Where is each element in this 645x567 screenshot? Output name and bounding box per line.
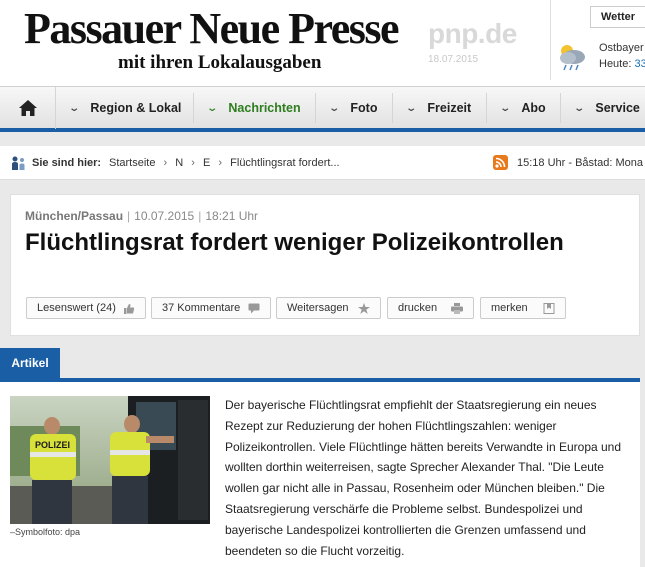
- nav-divider: [486, 93, 487, 123]
- breadcrumb-trail: Startseite › N › E › Flüchtlingsrat ford…: [109, 157, 345, 169]
- nav-home[interactable]: [0, 87, 56, 129]
- nav-item-service[interactable]: ⌄ Service: [573, 87, 640, 129]
- weather-today-temp: 33: [634, 58, 645, 70]
- action-label: drucken: [398, 302, 438, 314]
- article-body: POLIZEI –Symbolfoto: dpa Der bayerische …: [0, 382, 640, 567]
- photo-caption: –Symbolfoto: dpa: [10, 527, 81, 537]
- cloud-rain-icon: [560, 45, 585, 71]
- action-label: Lesenswert (24): [37, 302, 116, 314]
- breadcrumb-item-startseite[interactable]: Startseite: [109, 157, 155, 169]
- nav-item-foto[interactable]: ⌄ Foto: [328, 87, 378, 129]
- site-logo-subtitle: mit ihren Lokalausgaben: [118, 52, 322, 73]
- tab-artikel[interactable]: Artikel: [0, 348, 60, 378]
- nav-divider: [193, 93, 194, 123]
- nav-divider: [392, 93, 393, 123]
- action-label: 37 Kommentare: [162, 302, 241, 314]
- article-date: 10.07.2015: [134, 209, 195, 223]
- photo-vest-text: POLIZEI: [35, 440, 70, 450]
- lesenswert-button[interactable]: Lesenswert (24): [26, 297, 146, 319]
- article-headline: Flüchtlingsrat fordert weniger Polizeiko…: [25, 229, 564, 256]
- nav-item-freizeit[interactable]: ⌄ Freizeit: [405, 87, 472, 129]
- rss-icon[interactable]: [493, 155, 508, 170]
- weather-tab[interactable]: Wetter: [590, 6, 645, 28]
- nav-label: Nachrichten: [228, 101, 301, 115]
- article-section[interactable]: München/Passau: [25, 209, 123, 223]
- kommentare-button[interactable]: 37 Kommentare: [151, 297, 271, 319]
- article-header: München/Passau | 10.07.2015 | 18:21 Uhr Flüc…: [10, 194, 640, 336]
- nav-item-nachrichten[interactable]: ⌄ Nachrichten: [206, 87, 301, 129]
- site-date: 18.07.2015: [428, 54, 479, 65]
- article-text: Der bayerische Flüchtlingsrat empfiehlt …: [225, 398, 622, 558]
- action-label: Weitersagen: [287, 302, 349, 314]
- weitersagen-button[interactable]: Weitersagen: [276, 297, 381, 319]
- breadcrumb-label: Sie sind hier:: [32, 157, 102, 169]
- weather-region: Ostbayer: [599, 42, 644, 54]
- masthead: Passauer Neue Presse mit ihren Lokalausg…: [0, 0, 645, 86]
- home-icon: [18, 100, 37, 116]
- breadcrumb-item-current: Flüchtlingsrat fordert...: [230, 157, 340, 169]
- location-pin-icon: [12, 156, 25, 170]
- chevron-down-icon: ⌄: [573, 102, 586, 114]
- nav-divider: [560, 93, 561, 123]
- chevron-down-icon: ⌄: [328, 102, 341, 114]
- bookmark-icon: [543, 303, 555, 314]
- nav-item-region[interactable]: ⌄ Region & Lokal: [68, 87, 182, 129]
- printer-icon: [451, 303, 463, 314]
- article-meta: München/Passau | 10.07.2015 | 18:21 Uhr: [25, 209, 258, 223]
- masthead-divider: [550, 0, 551, 80]
- nav-label: Freizeit: [427, 101, 472, 115]
- nav-label: Foto: [350, 101, 378, 115]
- nav-label: Abo: [521, 101, 546, 115]
- action-label: merken: [491, 302, 528, 314]
- chevron-down-icon: ⌄: [206, 102, 219, 114]
- main-nav: ⌄ Region & Lokal ⌄ Nachrichten ⌄ Foto ⌄ Frei…: [0, 86, 645, 132]
- article-photo[interactable]: POLIZEI: [10, 396, 210, 524]
- weather-today-label: Heute:: [599, 58, 632, 70]
- news-ticker[interactable]: 15:18 Uhr - Båstad: Mona: [517, 157, 643, 169]
- speech-bubble-icon: [248, 303, 260, 314]
- breadcrumb-separator: ›: [163, 157, 168, 169]
- nav-divider: [315, 93, 316, 123]
- chevron-down-icon: ⌄: [405, 102, 418, 114]
- breadcrumb-item[interactable]: N: [175, 157, 183, 169]
- nav-label: Service: [595, 101, 640, 115]
- breadcrumb-separator: ›: [191, 157, 195, 169]
- nav-item-abo[interactable]: ⌄ Abo: [499, 87, 546, 129]
- breadcrumb: Sie sind hier: Startseite › N › E › Flüc…: [0, 146, 645, 180]
- thumbs-up-icon: [124, 304, 135, 314]
- nav-label: Region & Lokal: [90, 101, 182, 115]
- site-domain: pnp.de: [428, 18, 517, 49]
- breadcrumb-separator: ›: [218, 157, 223, 169]
- article-time: 18:21 Uhr: [205, 209, 259, 223]
- star-icon: [358, 303, 370, 314]
- site-logo-title[interactable]: Passauer Neue Presse: [24, 6, 400, 52]
- chevron-down-icon: ⌄: [499, 102, 512, 114]
- chevron-down-icon: ⌄: [68, 102, 81, 114]
- merken-button[interactable]: merken: [480, 297, 566, 319]
- drucken-button[interactable]: drucken: [387, 297, 474, 319]
- meta-divider: |: [127, 209, 131, 223]
- breadcrumb-item[interactable]: E: [203, 157, 210, 169]
- meta-divider: |: [198, 209, 202, 223]
- weather-today: Heute: 33: [599, 58, 645, 70]
